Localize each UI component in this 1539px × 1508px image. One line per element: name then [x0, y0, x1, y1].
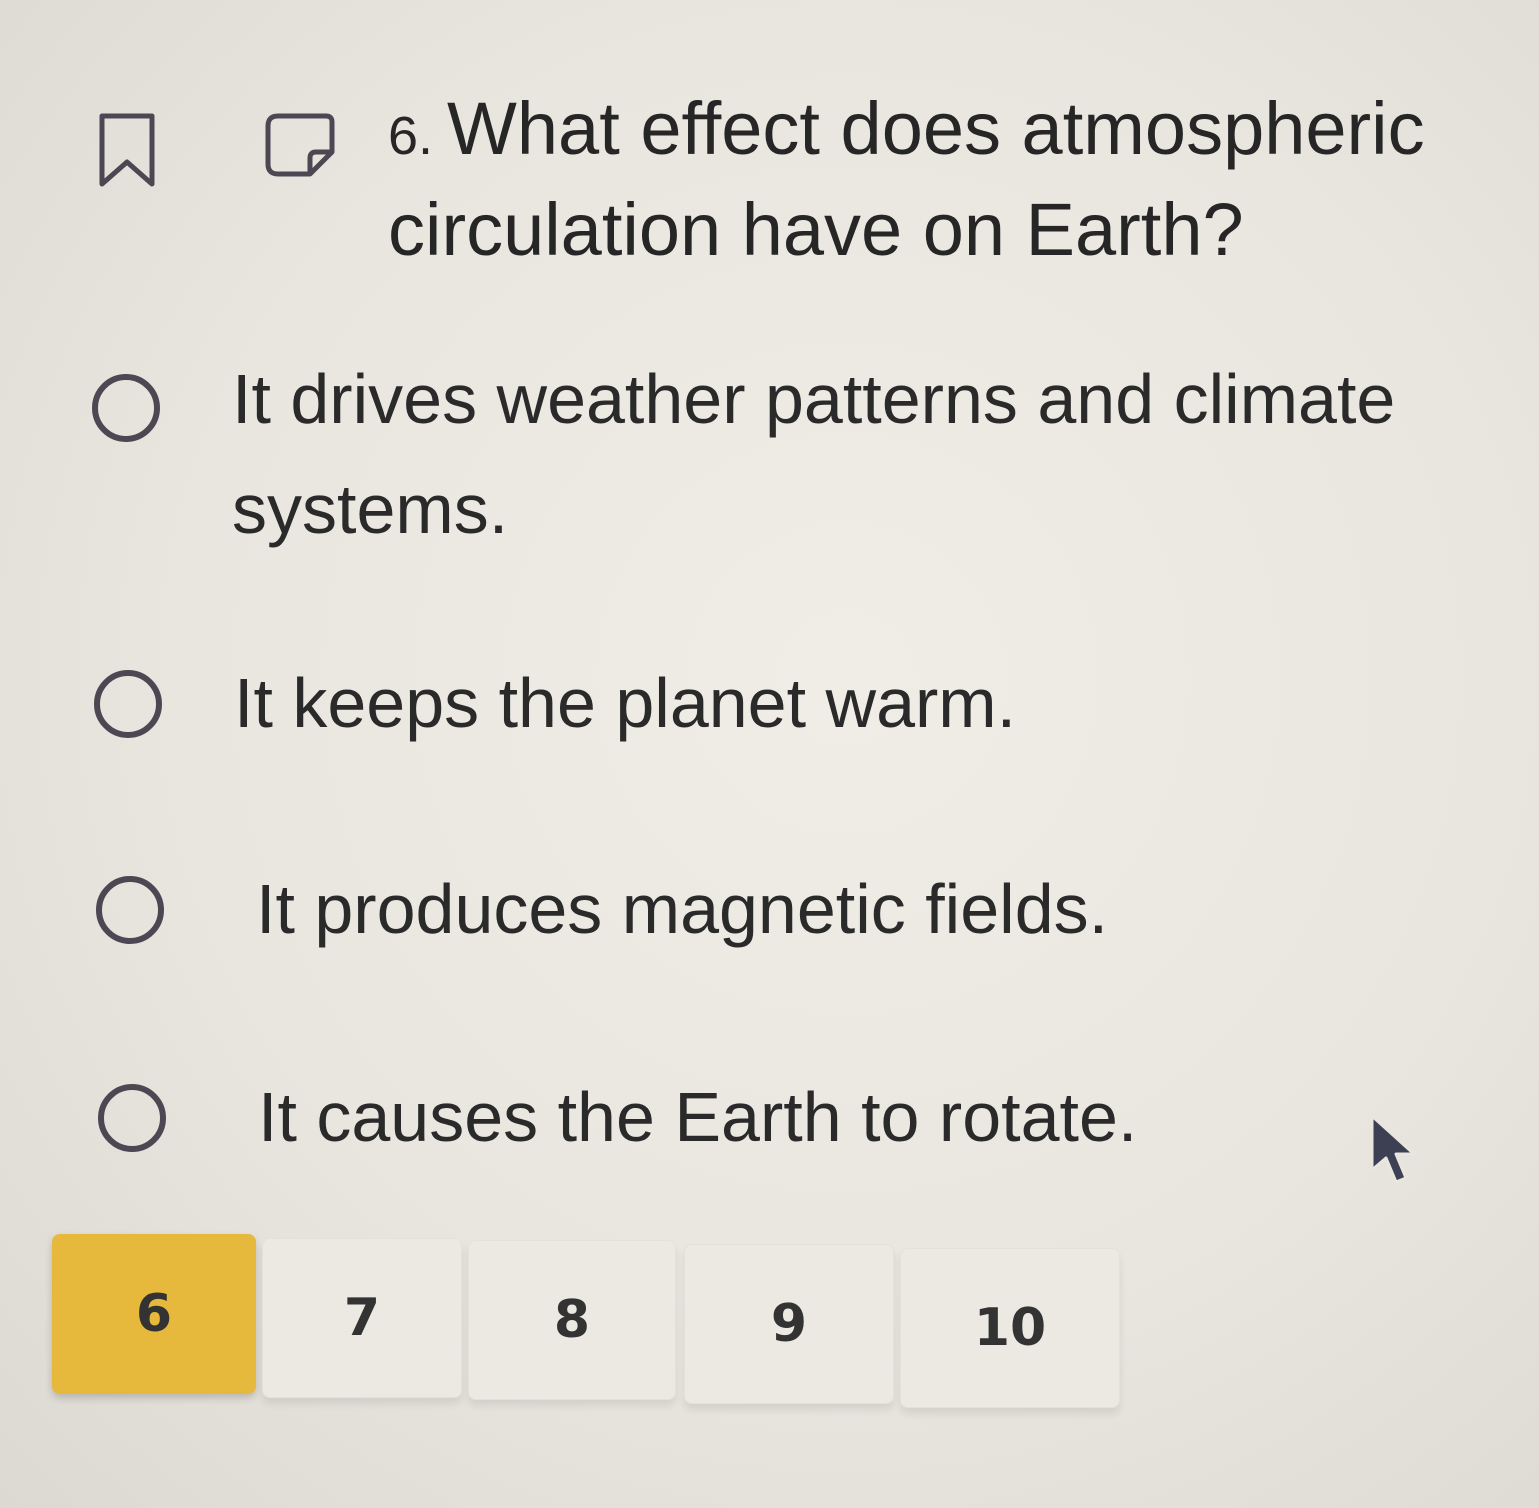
page-button-7[interactable]: 7: [262, 1238, 462, 1398]
question-title: 6. What effect does atmospheric circulati…: [388, 82, 1468, 277]
page-button-10[interactable]: 10: [900, 1248, 1120, 1408]
page-button-9[interactable]: 9: [684, 1244, 894, 1404]
note-icon[interactable]: [264, 112, 336, 178]
arrow-cursor-icon: [1370, 1114, 1416, 1184]
bookmark-icon[interactable]: [98, 112, 156, 188]
answer-option-label-1: It drives weather patterns and climate s…: [232, 360, 1396, 548]
page-button-6[interactable]: 6: [52, 1234, 256, 1394]
page-button-8[interactable]: 8: [468, 1240, 676, 1400]
radio-button-2[interactable]: [94, 670, 162, 738]
answer-option-label-4: It causes the Earth to rotate.: [258, 1078, 1138, 1156]
answer-option-label-3: It produces magnetic fields.: [256, 870, 1109, 948]
radio-button-1[interactable]: [92, 374, 160, 442]
radio-button-3[interactable]: [96, 876, 164, 944]
question-text: What effect does atmospheric circulation…: [388, 87, 1425, 271]
question-number: 6.: [388, 106, 434, 166]
radio-button-4[interactable]: [98, 1084, 166, 1152]
answer-option-label-2: It keeps the planet warm.: [234, 664, 1017, 742]
